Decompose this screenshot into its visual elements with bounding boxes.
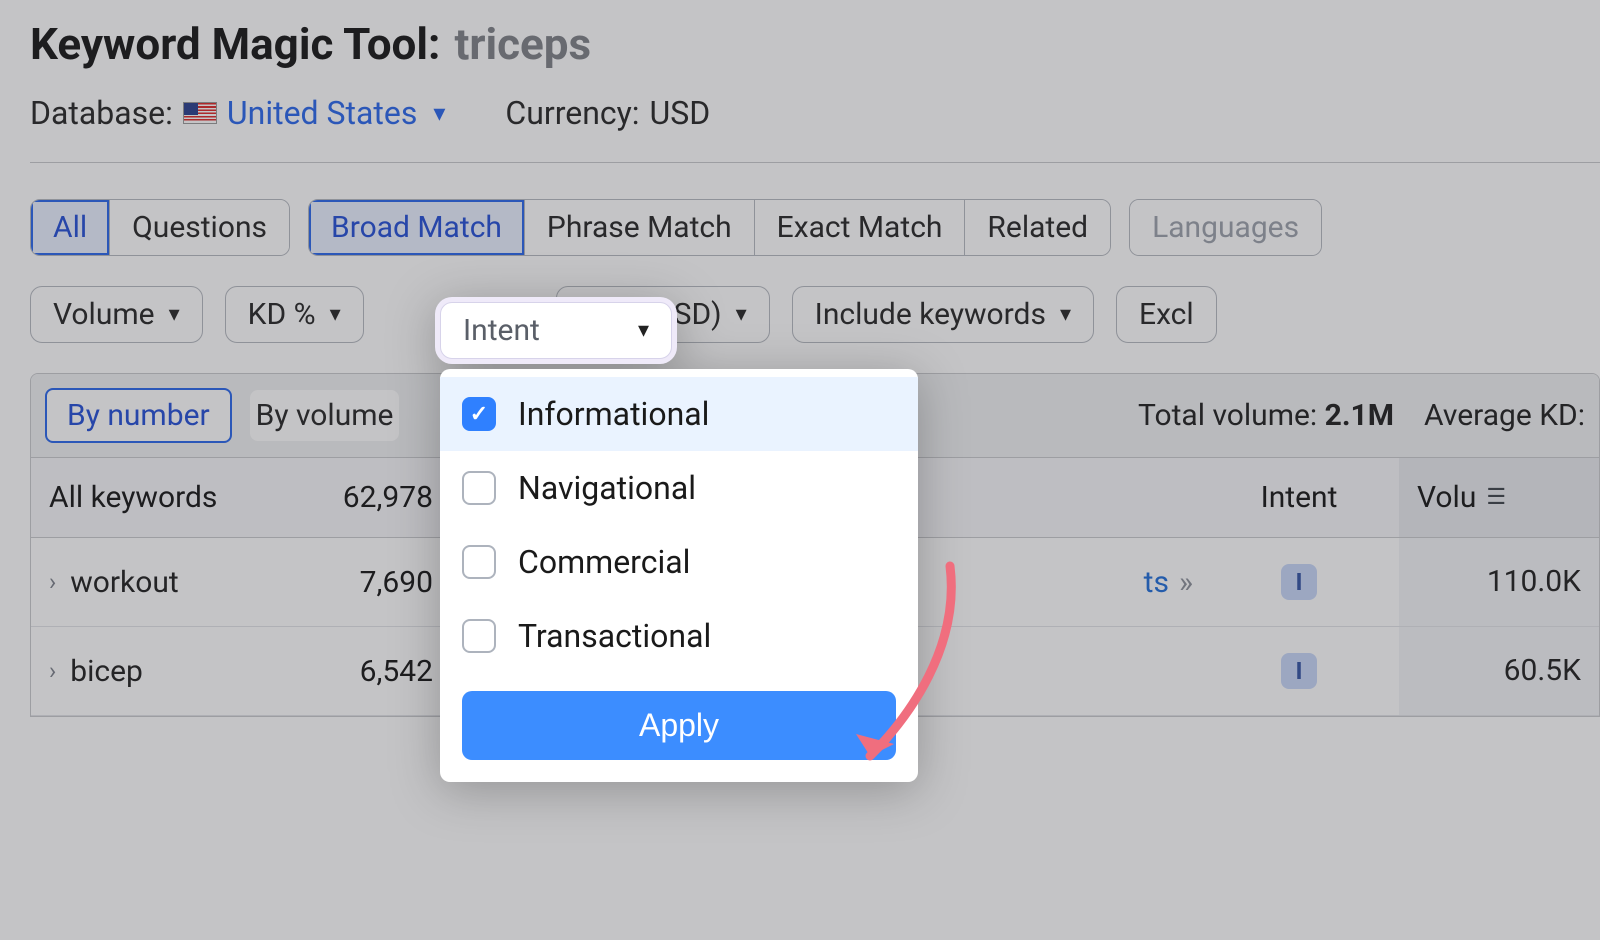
apply-button[interactable]: Apply	[462, 691, 896, 760]
checkbox-checked-icon[interactable]: ✓	[462, 397, 496, 431]
intent-option-commercial[interactable]: Commercial	[440, 525, 918, 599]
checkbox-icon[interactable]	[462, 545, 496, 579]
option-label: Navigational	[518, 469, 696, 507]
intent-option-transactional[interactable]: Transactional	[440, 599, 918, 673]
checkbox-icon[interactable]	[462, 471, 496, 505]
chevron-down-icon: ▾	[638, 318, 649, 343]
option-label: Commercial	[518, 543, 690, 581]
intent-option-informational[interactable]: ✓ Informational	[440, 377, 918, 451]
filter-intent-open[interactable]: Intent ▾	[440, 302, 672, 359]
intent-option-navigational[interactable]: Navigational	[440, 451, 918, 525]
option-label: Informational	[518, 395, 709, 433]
option-label: Transactional	[518, 617, 711, 655]
intent-dropdown-panel: ✓ Informational Navigational Commercial …	[440, 369, 918, 782]
filter-intent-label: Intent	[463, 313, 540, 348]
checkbox-icon[interactable]	[462, 619, 496, 653]
